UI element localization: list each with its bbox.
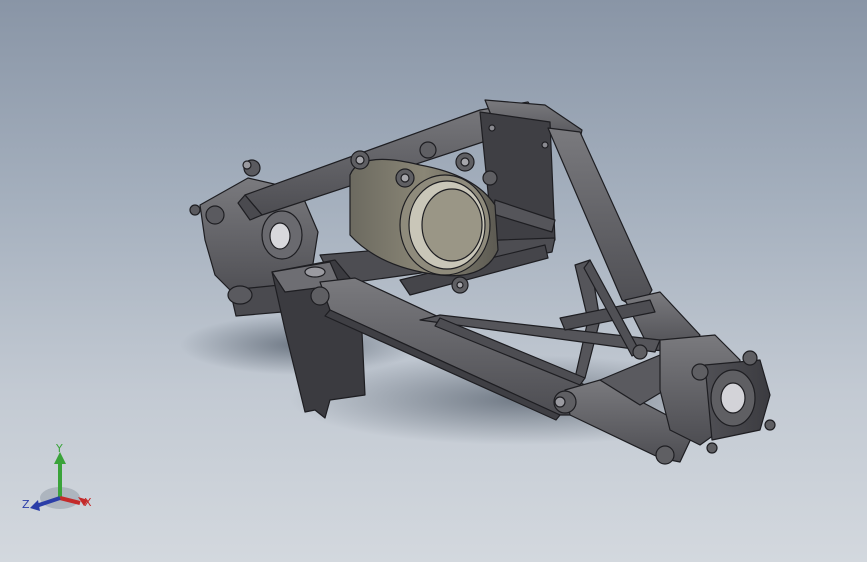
- x-axis-label: X: [84, 496, 92, 509]
- y-axis-label: Y: [55, 442, 63, 455]
- orientation-triad: Y X Z: [22, 442, 92, 511]
- suspension-frame-model[interactable]: [0, 0, 867, 562]
- z-axis-label: Z: [22, 498, 30, 511]
- graphics-viewport[interactable]: Y X Z: [0, 0, 867, 562]
